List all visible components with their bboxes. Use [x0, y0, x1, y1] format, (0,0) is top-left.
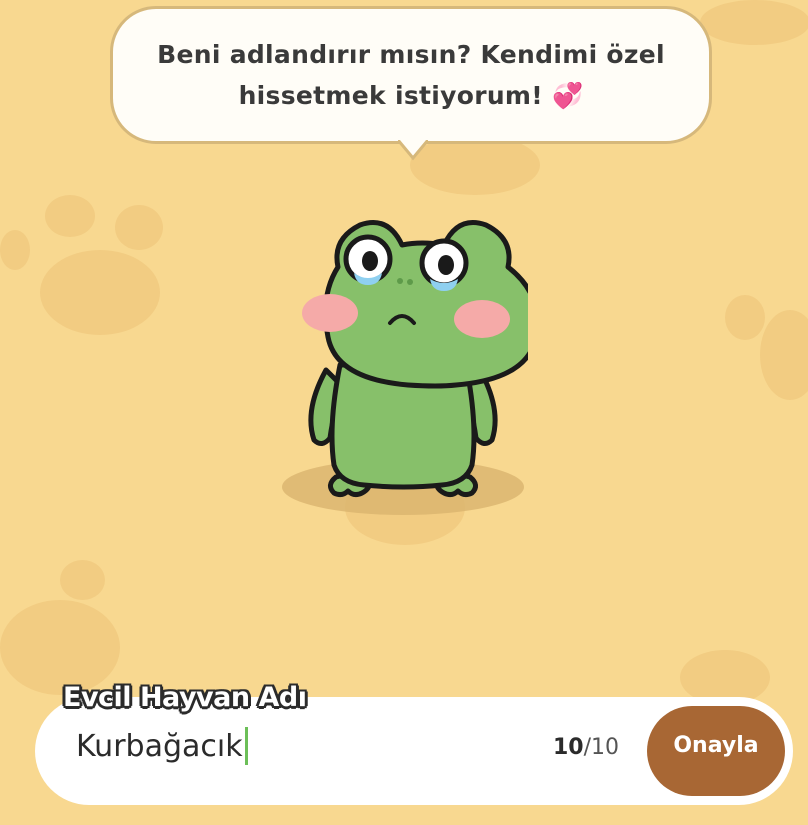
text-caret [244, 727, 248, 765]
speech-bubble-text: Beni adlandırır mısın? Kendimi özel hiss… [157, 40, 665, 110]
paw-print-decoration [410, 135, 540, 195]
speech-bubble-tail [398, 140, 428, 161]
speech-bubble: Beni adlandırır mısın? Kendimi özel hiss… [110, 6, 712, 144]
frog-pet[interactable] [278, 215, 528, 525]
character-count-current: 10 [553, 735, 584, 760]
paw-toe [725, 295, 765, 340]
paw-print-decoration [40, 250, 160, 335]
paw-toe [60, 560, 105, 600]
character-count-separator: / [583, 735, 592, 760]
pet-name-form: Kurbağacık 10/10 Onayla [35, 697, 793, 805]
left-cheek [302, 294, 358, 332]
pet-name-label: Evcil Hayvan Adı [63, 682, 307, 713]
confirm-button[interactable]: Onayla [647, 706, 785, 796]
left-eye-icon [343, 234, 393, 285]
character-count-max: 10 [591, 735, 620, 760]
pet-name-input[interactable]: Kurbağacık [76, 727, 248, 765]
paw-toe [45, 195, 95, 237]
paw-toe [115, 205, 163, 250]
character-counter: 10/10 [553, 735, 619, 760]
right-cheek [454, 300, 510, 338]
pet-name-input-value: Kurbağacık [76, 728, 243, 764]
paw-toe [0, 230, 30, 270]
paw-print-decoration [700, 0, 808, 45]
paw-print-decoration [760, 310, 808, 400]
paw-print-decoration [0, 600, 120, 695]
